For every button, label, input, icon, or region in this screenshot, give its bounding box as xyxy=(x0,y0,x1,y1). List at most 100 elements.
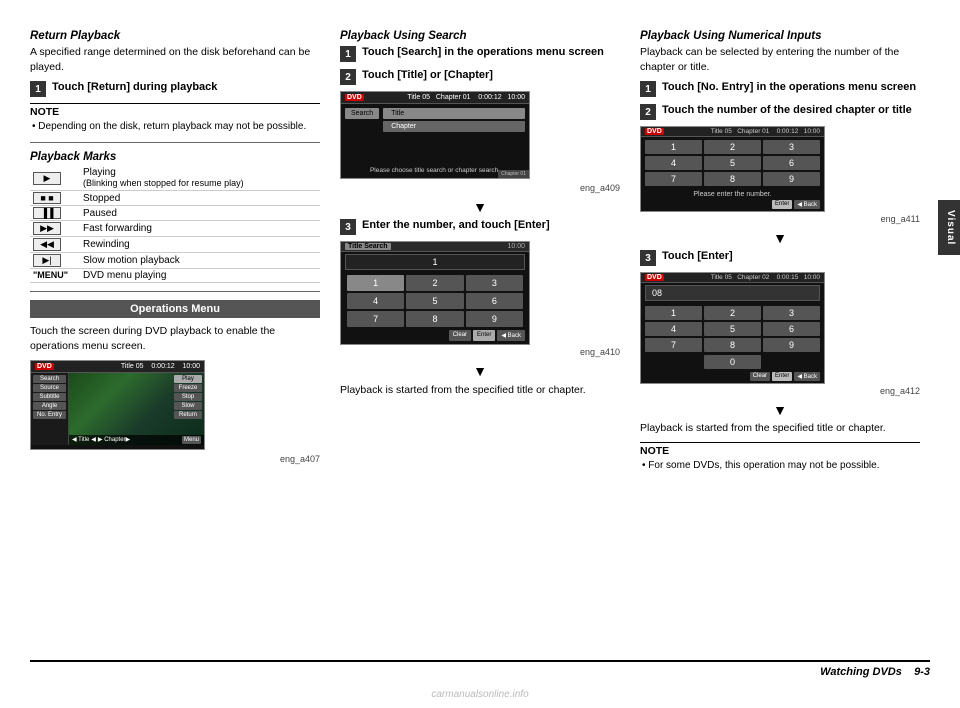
right-screen2-caption: eng_a412 xyxy=(640,386,920,396)
mid-column: Playback Using Search 1 Touch [Search] i… xyxy=(340,30,640,650)
rnum-6[interactable]: 6 xyxy=(763,156,820,170)
dvd-screen-enter: Title Search 10:00 1 1 2 3 4 5 6 7 8 9 C… xyxy=(340,241,530,345)
source-btn[interactable]: Source xyxy=(33,384,66,392)
rnum2-3[interactable]: 3 xyxy=(763,306,820,320)
right-playback-note: Playback is started from the specified t… xyxy=(640,421,920,436)
dvd-bottom-controls: ◀ Title ◀ ▶ Chapter▶ Menu xyxy=(69,435,204,445)
num-1[interactable]: 1 xyxy=(347,275,404,291)
step-1-right: 1 Touch [No. Entry] in the operations me… xyxy=(640,80,920,97)
rnum2-5[interactable]: 5 xyxy=(704,322,761,336)
return-btn[interactable]: Return xyxy=(174,411,202,419)
rnum-clear-2[interactable]: Clear xyxy=(750,372,770,381)
no-entry-btn[interactable]: No. Entry xyxy=(33,411,66,419)
step-3-search-text: Enter the number, and touch [Enter] xyxy=(362,218,550,233)
ts-time: 10:00 xyxy=(507,243,525,250)
ts-topbar: Title Search 10:00 xyxy=(341,242,529,252)
search-btn[interactable]: Search xyxy=(33,375,66,383)
arrow-down-1: ▼ xyxy=(340,199,620,215)
subtitle-btn[interactable]: Subtitle xyxy=(33,393,66,401)
step-2-right: 2 Touch the number of the desired chapte… xyxy=(640,103,920,120)
chapter-btn[interactable]: Chapter xyxy=(383,121,525,132)
title-search-btn[interactable]: Search xyxy=(345,108,379,119)
rnum-5[interactable]: 5 xyxy=(704,156,761,170)
num-6[interactable]: 6 xyxy=(466,293,523,309)
mark-label: DVD menu playing xyxy=(80,269,320,283)
return-playback-title: Return Playback xyxy=(30,30,320,42)
table-row: ▶| Slow motion playback xyxy=(30,253,320,269)
step-2-search: 2 Touch [Title] or [Chapter] xyxy=(340,68,620,85)
menu-btn[interactable]: Menu xyxy=(182,436,201,444)
rnum-topbar-2: DVD Title 05 Chapter 02 0:00:15 10:00 xyxy=(641,273,824,283)
play-icon: ▶ xyxy=(33,172,61,185)
step-1-right-text: Touch [No. Entry] in the operations menu… xyxy=(662,80,916,95)
rnum2-2[interactable]: 2 xyxy=(704,306,761,320)
footer-text: Watching DVDs 9-3 xyxy=(820,666,930,678)
num-9[interactable]: 9 xyxy=(466,311,523,327)
enter-btn-mid[interactable]: Enter xyxy=(473,330,495,341)
dvd-screen-title-chapter: DVD Title 05 Chapter 01 0:00:12 10:00 Se… xyxy=(340,91,530,179)
step-1-return: 1 Touch [Return] during playback xyxy=(30,80,320,97)
back-btn-mid[interactable]: ◀ Back xyxy=(497,330,525,341)
step-3-right: 3 Touch [Enter] xyxy=(640,249,920,266)
freeze-btn[interactable]: Freeze xyxy=(174,384,202,392)
rnum-4[interactable]: 4 xyxy=(645,156,702,170)
rnum-back-2[interactable]: ◀ Back xyxy=(794,372,820,381)
next-chapter-btn: ▶ Chapter▶ xyxy=(98,436,130,443)
num-4[interactable]: 4 xyxy=(347,293,404,309)
rnum2-8[interactable]: 8 xyxy=(704,338,761,352)
step-2-search-text: Touch [Title] or [Chapter] xyxy=(362,68,493,83)
play-btn[interactable]: Play xyxy=(174,375,202,383)
prev-title-btn: ◀ Title xyxy=(72,436,89,443)
rnum2-6[interactable]: 6 xyxy=(763,322,820,336)
title-btn[interactable]: Title xyxy=(383,108,525,119)
mark-label: Slow motion playback xyxy=(80,253,320,269)
please-enter-prompt: Please enter the number. xyxy=(641,189,824,200)
rnum-1[interactable]: 1 xyxy=(645,140,702,154)
rnum2-1[interactable]: 1 xyxy=(645,306,702,320)
num-3[interactable]: 3 xyxy=(466,275,523,291)
right-note-text: For some DVDs, this operation may not be… xyxy=(640,459,920,473)
rnum2-0[interactable]: 0 xyxy=(704,355,761,369)
right-arrow-2: ▼ xyxy=(640,402,920,418)
stop-btn[interactable]: Stop xyxy=(174,393,202,401)
rnum2-7[interactable]: 7 xyxy=(645,338,702,352)
clear-btn-mid[interactable]: Clear xyxy=(449,330,471,341)
rnum-9[interactable]: 9 xyxy=(763,172,820,186)
mark-label: Paused xyxy=(80,206,320,221)
rnum-2[interactable]: 2 xyxy=(704,140,761,154)
screen1-caption: eng_a409 xyxy=(340,183,620,193)
right-note: NOTE For some DVDs, this operation may n… xyxy=(640,442,920,473)
num-5[interactable]: 5 xyxy=(406,293,463,309)
rnum2-9[interactable]: 9 xyxy=(763,338,820,352)
rnum-7[interactable]: 7 xyxy=(645,172,702,186)
angle-btn[interactable]: Angle xyxy=(33,402,66,410)
step-1-return-text: Touch [Return] during playback xyxy=(52,80,217,95)
rnum-back-1[interactable]: ◀ Back xyxy=(794,200,820,209)
return-note: NOTE Depending on the disk, return playb… xyxy=(30,103,320,134)
num-8[interactable]: 8 xyxy=(406,311,463,327)
dvd-logo: DVD xyxy=(35,363,54,370)
rnum-8[interactable]: 8 xyxy=(704,172,761,186)
rnum-screen-2: DVD Title 05 Chapter 02 0:00:15 10:00 08… xyxy=(640,272,825,384)
rnum-enter-1[interactable]: Enter xyxy=(772,200,792,209)
screen2-caption: eng_a410 xyxy=(340,347,620,357)
rnum-3[interactable]: 3 xyxy=(763,140,820,154)
num-grid-mid: 1 2 3 4 5 6 7 8 9 xyxy=(341,272,529,330)
ops-menu-caption: eng_a407 xyxy=(30,454,320,464)
table-row: ▶▶ Fast forwarding xyxy=(30,221,320,237)
step-1-search-text: Touch [Search] in the operations menu sc… xyxy=(362,45,604,60)
ops-menu-header: Operations Menu xyxy=(30,300,320,318)
rnum2-4[interactable]: 4 xyxy=(645,322,702,336)
slow-btn[interactable]: Slow xyxy=(174,402,202,410)
right-arrow-1: ▼ xyxy=(640,230,920,246)
ts-label: Title Search xyxy=(345,243,391,250)
num-7[interactable]: 7 xyxy=(347,311,404,327)
step-num-1-right: 1 xyxy=(640,81,656,97)
step-num-2-mid: 2 xyxy=(340,69,356,85)
step-num-3-mid: 3 xyxy=(340,219,356,235)
display-val: 08 xyxy=(645,285,820,301)
step-3-right-text: Touch [Enter] xyxy=(662,249,733,264)
rnum-enter-2[interactable]: Enter xyxy=(772,372,792,381)
left-column: Return Playback A specified range determ… xyxy=(30,30,340,650)
num-2[interactable]: 2 xyxy=(406,275,463,291)
